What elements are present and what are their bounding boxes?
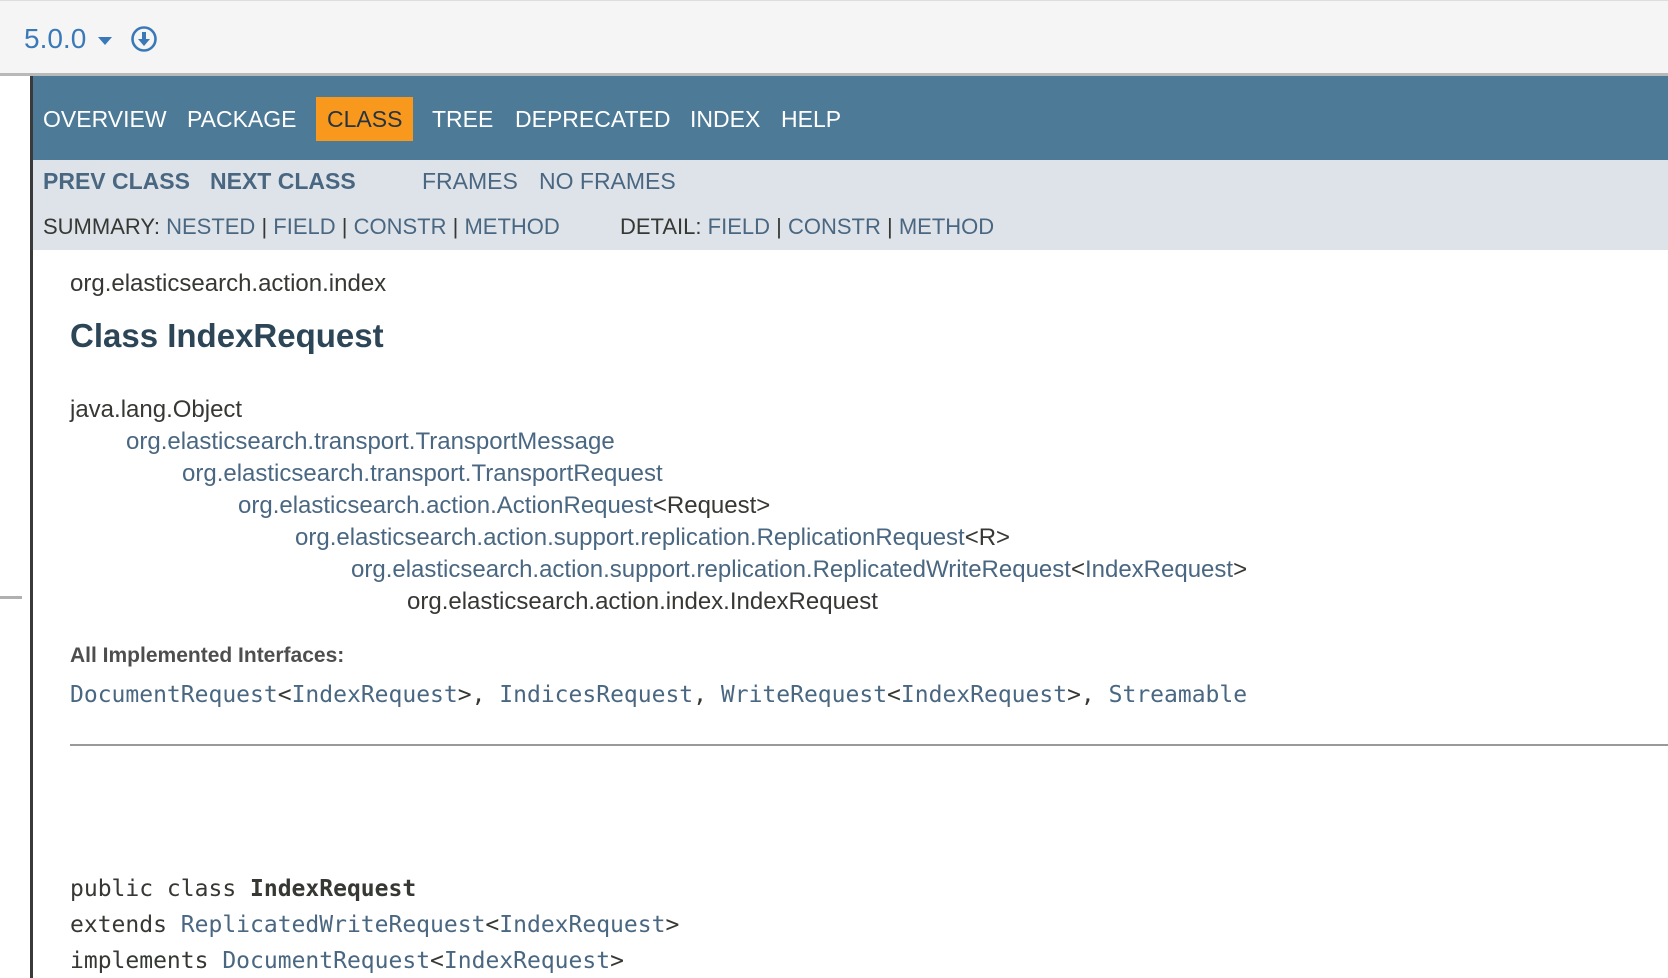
bracket: < xyxy=(887,682,901,708)
replicated-write-request-link[interactable]: org.elasticsearch.action.support.replica… xyxy=(351,556,1071,583)
nav-help[interactable]: HELP xyxy=(781,97,841,141)
index-request-link[interactable]: IndexRequest xyxy=(901,682,1067,708)
inheritance-class: java.lang.Object xyxy=(70,396,243,423)
frames-link[interactable]: FRAMES xyxy=(422,168,518,195)
class-name: IndexRequest xyxy=(250,876,417,902)
index-request-link[interactable]: IndexRequest xyxy=(444,948,610,974)
write-request-link[interactable]: WriteRequest xyxy=(721,682,887,708)
prev-class-link[interactable]: PREV CLASS xyxy=(43,168,190,195)
caret-down-icon xyxy=(98,36,113,45)
next-class-link[interactable]: NEXT CLASS xyxy=(210,168,356,195)
download-icon[interactable] xyxy=(130,25,158,53)
version-label: 5.0.0 xyxy=(24,23,87,54)
interfaces-label: All Implemented Interfaces: xyxy=(70,644,345,667)
page-title: Class IndexRequest xyxy=(70,317,384,354)
version-selector[interactable]: 5.0.0 xyxy=(24,23,113,55)
bracket: > xyxy=(610,948,624,974)
declaration-line-2: extends ReplicatedWriteRequest<IndexRequ… xyxy=(70,912,679,938)
summary-constr-link[interactable]: CONSTR xyxy=(354,214,447,239)
streamable-link[interactable]: Streamable xyxy=(1109,682,1247,708)
keyword: public class xyxy=(70,876,251,902)
bracket: < xyxy=(277,682,292,708)
detail-field-link[interactable]: FIELD xyxy=(708,214,770,239)
inheritance-level-4: org.elasticsearch.action.support.replica… xyxy=(295,524,1010,552)
inheritance-level-1: org.elasticsearch.transport.TransportMes… xyxy=(126,428,615,456)
separator: | xyxy=(776,214,782,239)
nav-index[interactable]: INDEX xyxy=(690,97,760,141)
document-request-link[interactable]: DocumentRequest xyxy=(70,682,278,708)
bracket: < xyxy=(1070,556,1085,583)
separator: | xyxy=(261,214,268,239)
top-nav-bar: OVERVIEW PACKAGE CLASS TREE DEPRECATED I… xyxy=(33,76,1668,160)
replicated-write-request-link[interactable]: ReplicatedWriteRequest xyxy=(181,912,486,938)
nav-package[interactable]: PACKAGE xyxy=(187,97,297,141)
sub-nav-bar: PREV CLASS NEXT CLASS FRAMES NO FRAMES S… xyxy=(33,160,1668,250)
separator: >, xyxy=(457,682,500,708)
index-request-link[interactable]: IndexRequest xyxy=(1085,556,1233,583)
bracket: > xyxy=(665,912,680,938)
divider xyxy=(70,744,1668,746)
inheritance-level-0: java.lang.Object xyxy=(70,396,242,424)
separator: | xyxy=(452,214,459,239)
summary-method-link[interactable]: METHOD xyxy=(464,214,559,239)
bracket: > xyxy=(1233,556,1248,583)
detail-label: DETAIL: xyxy=(620,214,702,239)
javadoc-frame: OVERVIEW PACKAGE CLASS TREE DEPRECATED I… xyxy=(33,76,1668,978)
separator: | xyxy=(886,214,893,239)
nav-overview[interactable]: OVERVIEW xyxy=(43,97,167,141)
keyword: implements xyxy=(70,948,223,974)
detail-method-link[interactable]: METHOD xyxy=(899,214,994,239)
nav-deprecated[interactable]: DEPRECATED xyxy=(515,97,671,141)
keyword: extends xyxy=(70,912,181,938)
type-param: <Request> xyxy=(652,492,771,519)
transport-message-link[interactable]: org.elasticsearch.transport.TransportMes… xyxy=(126,428,615,455)
indices-request-link[interactable]: IndicesRequest xyxy=(499,682,693,708)
type-param: <R> xyxy=(964,524,1011,551)
summary-label: SUMMARY: xyxy=(43,214,160,239)
version-bar: 5.0.0 xyxy=(0,0,1668,76)
index-request-link[interactable]: IndexRequest xyxy=(292,682,458,708)
detail-constr-link[interactable]: CONSTR xyxy=(788,214,881,239)
package-name: org.elasticsearch.action.index xyxy=(70,270,387,297)
transport-request-link[interactable]: org.elasticsearch.transport.TransportReq… xyxy=(182,460,663,487)
summary-field-link[interactable]: FIELD xyxy=(273,214,335,239)
detail-row: DETAIL: FIELD | CONSTR | METHOD xyxy=(620,214,994,240)
separator: >, xyxy=(1067,682,1109,708)
nav-tree[interactable]: TREE xyxy=(432,97,493,141)
interfaces-list: DocumentRequest<IndexRequest>, IndicesRe… xyxy=(70,682,1247,708)
action-request-link[interactable]: org.elasticsearch.action.ActionRequest xyxy=(238,492,653,519)
summary-nested-link[interactable]: NESTED xyxy=(166,214,255,239)
left-frame-gutter xyxy=(0,76,33,978)
current-class: org.elasticsearch.action.index.IndexRequ… xyxy=(407,588,878,615)
separator: , xyxy=(693,682,721,708)
declaration-line-1: public class IndexRequest xyxy=(70,876,416,902)
nav-class: CLASS xyxy=(316,97,414,141)
inheritance-level-2: org.elasticsearch.transport.TransportReq… xyxy=(182,460,663,488)
bracket: < xyxy=(485,912,500,938)
replication-request-link[interactable]: org.elasticsearch.action.support.replica… xyxy=(295,524,965,551)
declaration-line-3: implements DocumentRequest<IndexRequest> xyxy=(70,948,624,974)
gutter-divider xyxy=(0,596,22,599)
document-request-link[interactable]: DocumentRequest xyxy=(222,948,430,974)
inheritance-level-6: org.elasticsearch.action.index.IndexRequ… xyxy=(407,588,878,616)
inheritance-level-3: org.elasticsearch.action.ActionRequest<R… xyxy=(238,492,770,520)
index-request-link[interactable]: IndexRequest xyxy=(499,912,665,938)
inheritance-level-5: org.elasticsearch.action.support.replica… xyxy=(351,556,1247,584)
bracket: < xyxy=(430,948,444,974)
separator: | xyxy=(341,214,348,239)
summary-row: SUMMARY: NESTED | FIELD | CONSTR | METHO… xyxy=(43,214,560,240)
no-frames-link[interactable]: NO FRAMES xyxy=(539,168,676,195)
